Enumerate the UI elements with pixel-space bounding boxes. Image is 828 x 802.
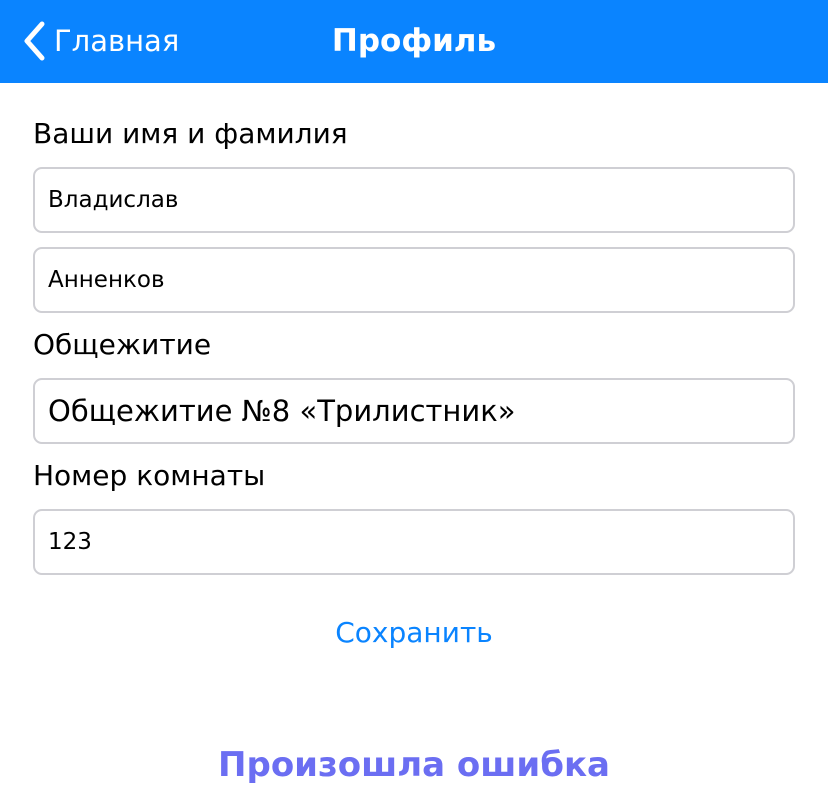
last-name-field[interactable] bbox=[33, 247, 795, 313]
save-button[interactable]: Сохранить bbox=[0, 612, 828, 654]
dorm-field[interactable] bbox=[33, 378, 795, 444]
error-message: Произошла ошибка bbox=[218, 745, 610, 785]
navigation-bar: Главная Профиль bbox=[0, 0, 828, 83]
name-section-label: Ваши имя и фамилия bbox=[33, 117, 348, 150]
room-number-field[interactable] bbox=[33, 509, 795, 575]
room-section-label: Номер комнаты bbox=[33, 459, 266, 492]
dorm-section-label: Общежитие bbox=[33, 328, 212, 361]
first-name-field[interactable] bbox=[33, 167, 795, 233]
page-title: Профиль bbox=[331, 23, 497, 59]
